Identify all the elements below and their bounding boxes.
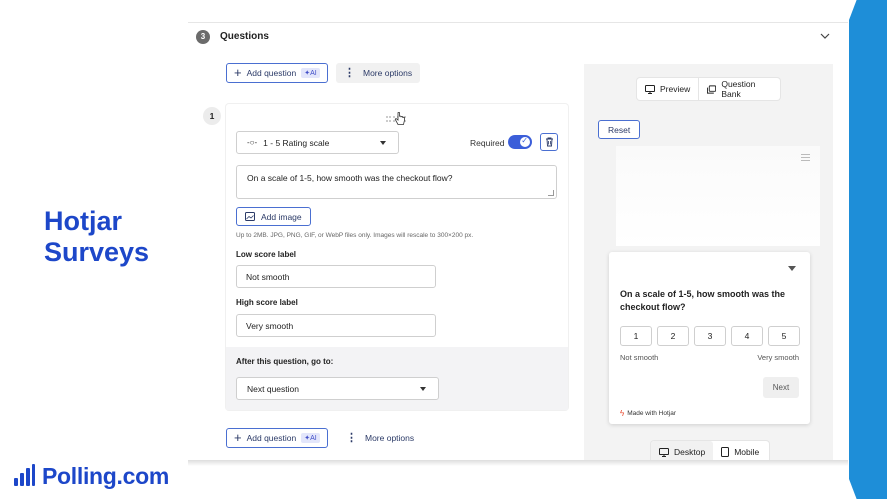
rating-option-2[interactable]: 2 [657, 326, 689, 346]
rating-scale: 1 2 3 4 5 [620, 326, 800, 346]
widget-high-label: Very smooth [757, 353, 799, 362]
preview-panel: Preview Question Bank Reset On a scale o… [584, 64, 833, 463]
rating-option-5[interactable]: 5 [768, 326, 800, 346]
logo-text: Polling.com [42, 462, 170, 489]
device-mobile-label: Mobile [734, 447, 760, 457]
trash-icon [545, 137, 553, 147]
caret-down-icon [380, 140, 386, 145]
add-question-button-top[interactable]: + Add question ✦AI [226, 63, 328, 83]
decorative-band [849, 0, 887, 499]
resize-grip-icon[interactable] [548, 190, 554, 196]
brand-title: Hotjar Surveys [44, 206, 149, 268]
widget-question: On a scale of 1-5, how smooth was the ch… [620, 289, 786, 312]
more-options-label: More options [363, 68, 413, 78]
after-question-value: Next question [247, 383, 299, 394]
question-type-value: 1 - 5 Rating scale [263, 137, 330, 148]
after-question-label: After this question, go to: [236, 357, 334, 366]
skip-logic-area: After this question, go to: Next questio… [226, 347, 568, 410]
low-score-label-title: Low score label [236, 250, 297, 259]
bar-chart-icon [14, 464, 36, 488]
after-question-select[interactable]: Next question [236, 377, 439, 400]
high-score-label-title: High score label [236, 298, 298, 307]
add-image-button[interactable]: Add image [236, 207, 311, 226]
device-desktop-label: Desktop [674, 447, 706, 457]
add-question-label: Add question [246, 433, 297, 443]
brand-title-line1: Hotjar [44, 206, 123, 236]
reset-button[interactable]: Reset [598, 120, 641, 139]
tab-question-bank-label: Question Bank [721, 79, 756, 99]
plus-icon: + [234, 430, 242, 445]
add-question-label: Add question [246, 68, 297, 78]
image-icon [245, 212, 255, 221]
kebab-icon: ⋮ [344, 67, 355, 79]
preview-tabs: Preview Question Bank [637, 78, 780, 100]
tab-preview-label: Preview [660, 84, 691, 94]
rating-option-1[interactable]: 1 [620, 326, 652, 346]
delete-question-button[interactable] [540, 133, 558, 151]
question-card: -○- 1 - 5 Rating scale Required ✓ On a s… [226, 104, 568, 410]
more-options-button-bottom[interactable]: ⋮ More options [338, 428, 423, 448]
add-question-button-bottom[interactable]: + Add question ✦AI [226, 428, 328, 448]
plus-icon: + [234, 65, 242, 80]
site-preview-frame [616, 146, 820, 246]
step-badge: 3 [196, 30, 210, 44]
rating-option-4[interactable]: 4 [731, 326, 763, 346]
widget-next-button[interactable]: Next [763, 377, 799, 398]
slide: Hotjar Surveys Polling.com 3 Questions +… [0, 0, 887, 499]
brand-title-line2: Surveys [44, 237, 150, 267]
question-text-input[interactable]: On a scale of 1-5, how smooth was the ch… [236, 165, 557, 199]
required-label: Required [470, 138, 505, 148]
widget-low-label: Not smooth [620, 353, 659, 362]
caret-down-icon [420, 386, 426, 391]
chevron-up-icon[interactable] [820, 31, 830, 41]
mobile-icon [721, 447, 730, 457]
question-type-select[interactable]: -○- 1 - 5 Rating scale [236, 131, 399, 154]
tab-question-bank[interactable]: Question Bank [699, 78, 780, 100]
check-icon: ✓ [521, 136, 528, 145]
high-score-input[interactable]: Very smooth [236, 314, 436, 337]
ai-badge: ✦AI [301, 68, 320, 78]
made-with-label: Made with Hotjar [627, 410, 677, 417]
rating-scale-icon: -○- [247, 138, 258, 147]
menu-icon [801, 154, 810, 161]
polling-logo: Polling.com [14, 461, 169, 491]
desktop-icon [659, 447, 669, 457]
stack-icon [707, 84, 717, 94]
collapse-caret-icon[interactable] [788, 266, 796, 271]
monitor-icon [645, 84, 655, 94]
tab-preview[interactable]: Preview [637, 78, 700, 100]
rating-option-3[interactable]: 3 [694, 326, 726, 346]
kebab-icon: ⋮ [346, 432, 357, 444]
hand-cursor-icon [394, 112, 405, 125]
more-options-button-top[interactable]: ⋮ More options [336, 63, 421, 83]
survey-widget: On a scale of 1-5, how smooth was the ch… [609, 252, 810, 424]
low-score-value: Not smooth [246, 271, 290, 282]
hotjar-flame-icon: ϟ [620, 409, 625, 418]
more-options-label: More options [365, 433, 415, 443]
section-title: Questions [220, 31, 269, 42]
made-with-hotjar[interactable]: ϟ Made with Hotjar [620, 409, 676, 418]
question-number: 1 [203, 107, 221, 125]
question-text-value: On a scale of 1-5, how smooth was the ch… [247, 173, 453, 183]
survey-editor: 3 Questions + Add question ✦AI ⋮ More op… [188, 0, 848, 463]
required-toggle[interactable]: ✓ [508, 135, 532, 149]
editor-bottom-edge [188, 460, 848, 466]
questions-section-header[interactable]: 3 Questions [188, 22, 848, 50]
image-hint: Up to 2MB. JPG, PNG, GIF, or WebP files … [236, 232, 474, 239]
low-score-input[interactable]: Not smooth [236, 265, 436, 288]
high-score-value: Very smooth [246, 320, 294, 331]
ai-badge: ✦AI [301, 433, 320, 443]
add-image-label: Add image [261, 211, 302, 222]
